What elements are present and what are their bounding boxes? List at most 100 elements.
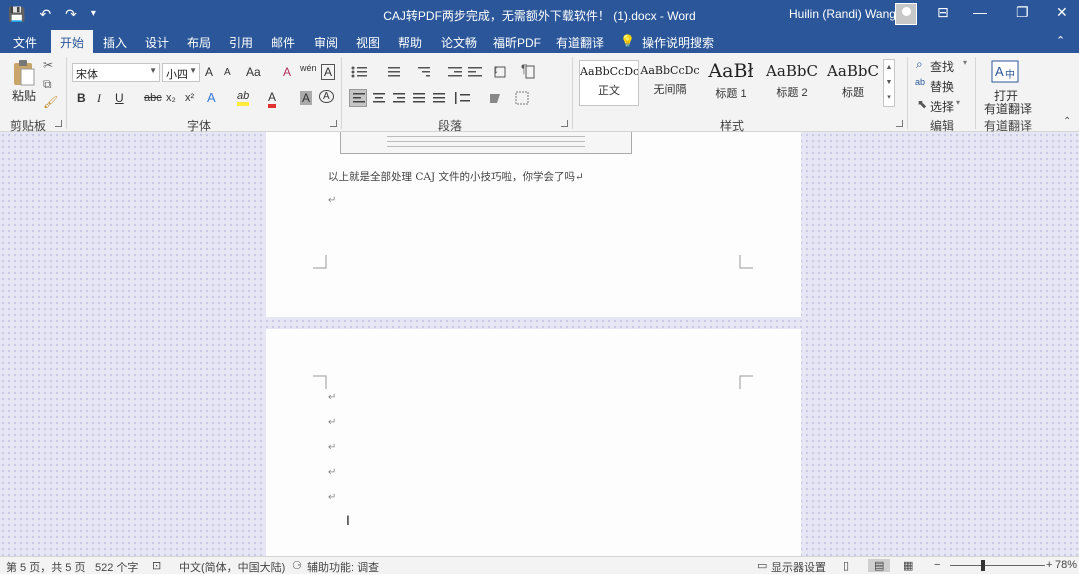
change-case-button[interactable]: Aa	[246, 65, 261, 79]
document-title: CAJ转PDF两步完成，无需额外下载软件！ (1).docx - Word	[383, 9, 696, 23]
paragraph-launcher-icon[interactable]	[561, 120, 568, 127]
collapse-ribbon-icon[interactable]: ⌃	[1063, 116, 1071, 127]
sort-icon[interactable]: ↕	[493, 62, 499, 76]
tab-layout[interactable]: 布局	[187, 34, 211, 51]
svg-text:A: A	[995, 64, 1004, 79]
tab-references[interactable]: 引用	[229, 34, 253, 51]
format-painter-icon[interactable]: 🖌	[43, 95, 58, 109]
tab-mailings[interactable]: 邮件	[271, 34, 295, 51]
zoom-slider-thumb[interactable]	[981, 560, 985, 571]
translate-icon[interactable]: A 中	[991, 60, 1019, 84]
tell-me-search[interactable]: 操作说明搜索	[642, 34, 714, 51]
tab-home[interactable]: 开始	[51, 30, 94, 53]
font-color-button[interactable]: A	[268, 90, 277, 108]
status-bar: 第 5 页，共 5 页 522 个字 ⊡ 中文(简体，中国大陆) ⚆ 辅助功能:…	[0, 556, 1079, 574]
paragraph-mark: ↵	[328, 195, 337, 206]
strikethrough-button[interactable]: abc	[144, 92, 162, 104]
chevron-down-icon: ▼	[149, 66, 157, 75]
search-icon: ⌕	[916, 57, 923, 71]
paste-button[interactable]: 粘贴	[12, 87, 36, 104]
font-launcher-icon[interactable]	[330, 120, 337, 127]
cut-icon[interactable]: ✂	[43, 58, 53, 72]
document-paragraph[interactable]: 以上就是全部处理 CAJ 文件的小技巧啦，你学会了吗↵	[328, 169, 584, 184]
paragraph-mark: ↵	[328, 492, 337, 503]
zoom-level[interactable]: 78%	[1055, 559, 1077, 571]
tab-lunwenchang[interactable]: 论文畅	[441, 34, 477, 51]
styles-launcher-icon[interactable]	[896, 120, 903, 127]
text-effects-button[interactable]: A	[207, 90, 216, 105]
clear-format-button[interactable]: A	[283, 65, 291, 79]
collapse-ribbon-icon[interactable]: ⌃	[1056, 34, 1065, 47]
underline-button[interactable]: U	[115, 91, 124, 105]
clipboard-launcher-icon[interactable]	[55, 120, 62, 127]
italic-button[interactable]: I	[97, 91, 101, 106]
group-separator	[572, 57, 573, 129]
page-5[interactable]: ↵ ↵ ↵ ↵ ↵ I	[266, 329, 801, 556]
tab-file[interactable]: 文件	[13, 34, 37, 51]
shrink-font-button[interactable]: A	[224, 67, 231, 78]
copy-icon[interactable]: ⧉	[43, 77, 52, 92]
tab-foxit-pdf[interactable]: 福昕PDF	[493, 34, 541, 51]
char-shading-button[interactable]: A	[300, 91, 313, 105]
proofing-icon[interactable]: ⊡	[152, 559, 161, 572]
tab-help[interactable]: 帮助	[398, 34, 422, 51]
zoom-in-button[interactable]: +	[1046, 559, 1052, 571]
phonetic-guide-button[interactable]: wén	[300, 63, 317, 73]
print-layout-icon[interactable]: ▤	[868, 559, 891, 572]
display-settings-icon: ▭	[757, 560, 768, 572]
avatar[interactable]	[895, 3, 917, 25]
font-name-combo[interactable]: 宋体 ▼	[72, 63, 160, 82]
paste-icon[interactable]	[12, 59, 36, 87]
paragraph-row-2	[353, 91, 529, 105]
open-youdao-line2[interactable]: 有道翻译	[984, 100, 1032, 117]
style-heading-1[interactable]: AaBł 标题 1	[701, 60, 761, 106]
restore-icon[interactable]: ❐	[1016, 4, 1029, 21]
style-heading-2[interactable]: AaBbC 标题 2	[762, 60, 822, 106]
group-separator	[975, 57, 976, 129]
chevron-down-icon[interactable]: ▾	[956, 98, 960, 107]
style-normal[interactable]: AaBbCcDc 正文	[579, 60, 639, 106]
accessibility-status[interactable]: 辅助功能: 调查	[307, 559, 379, 575]
subscript-button[interactable]: x₂	[166, 92, 176, 104]
find-button[interactable]: 查找	[930, 58, 954, 75]
ribbon-display-icon[interactable]: ⊟	[937, 4, 949, 21]
tab-insert[interactable]: 插入	[103, 34, 127, 51]
style-no-spacing[interactable]: AaBbCcDc 无间隔	[640, 60, 700, 106]
char-border-button[interactable]: A	[319, 90, 334, 103]
language-indicator[interactable]: 中文(简体，中国大陆)	[179, 559, 285, 575]
crop-mark	[313, 375, 327, 389]
style-title[interactable]: AaBbC 标题	[823, 60, 883, 106]
page-4[interactable]: 以上就是全部处理 CAJ 文件的小技巧啦，你学会了吗↵ ↵	[266, 132, 801, 317]
embedded-image[interactable]	[340, 132, 632, 154]
tab-design[interactable]: 设计	[145, 34, 169, 51]
read-mode-icon[interactable]: ▯	[843, 559, 849, 572]
zoom-slider[interactable]	[950, 565, 1045, 566]
zoom-out-button[interactable]: −	[934, 559, 940, 571]
styles-scroll[interactable]: ▲ ▼ ▾	[883, 59, 895, 107]
enclose-char-button[interactable]: A	[321, 64, 336, 80]
close-icon[interactable]: ✕	[1056, 4, 1068, 21]
user-name[interactable]: Huilin (Randi) Wang	[789, 7, 896, 21]
superscript-button[interactable]: x²	[185, 92, 194, 104]
select-button[interactable]: 选择	[930, 98, 954, 115]
font-size-value: 小四	[166, 69, 188, 81]
tab-youdao[interactable]: 有道翻译	[556, 34, 604, 51]
page-count[interactable]: 第 5 页，共 5 页	[6, 559, 85, 575]
tab-review[interactable]: 审阅	[314, 34, 338, 51]
document-canvas[interactable]: 以上就是全部处理 CAJ 文件的小技巧啦，你学会了吗↵ ↵ ↵ ↵ ↵ ↵ ↵ …	[0, 132, 1079, 556]
replace-button[interactable]: 替换	[930, 78, 954, 95]
ribbon-tabs: 文件 开始 插入 设计 布局 引用 邮件 审阅 视图 帮助 论文畅 福昕PDF …	[0, 28, 1079, 53]
chevron-down-icon[interactable]: ▾	[963, 58, 967, 67]
lightbulb-icon: 💡	[620, 34, 635, 48]
web-layout-icon[interactable]: ▦	[903, 559, 913, 572]
minimize-icon[interactable]: —	[973, 4, 987, 20]
word-count[interactable]: 522 个字	[95, 559, 138, 575]
highlight-button[interactable]: ab	[237, 90, 250, 106]
tab-view[interactable]: 视图	[356, 34, 380, 51]
display-settings[interactable]: 显示器设置	[771, 559, 826, 575]
select-icon: ⬉	[917, 97, 928, 111]
font-size-combo[interactable]: 小四 ▼	[162, 63, 200, 82]
bold-button[interactable]: B	[77, 91, 86, 105]
show-marks-icon[interactable]: ¶	[521, 62, 527, 76]
grow-font-button[interactable]: A	[205, 65, 213, 79]
